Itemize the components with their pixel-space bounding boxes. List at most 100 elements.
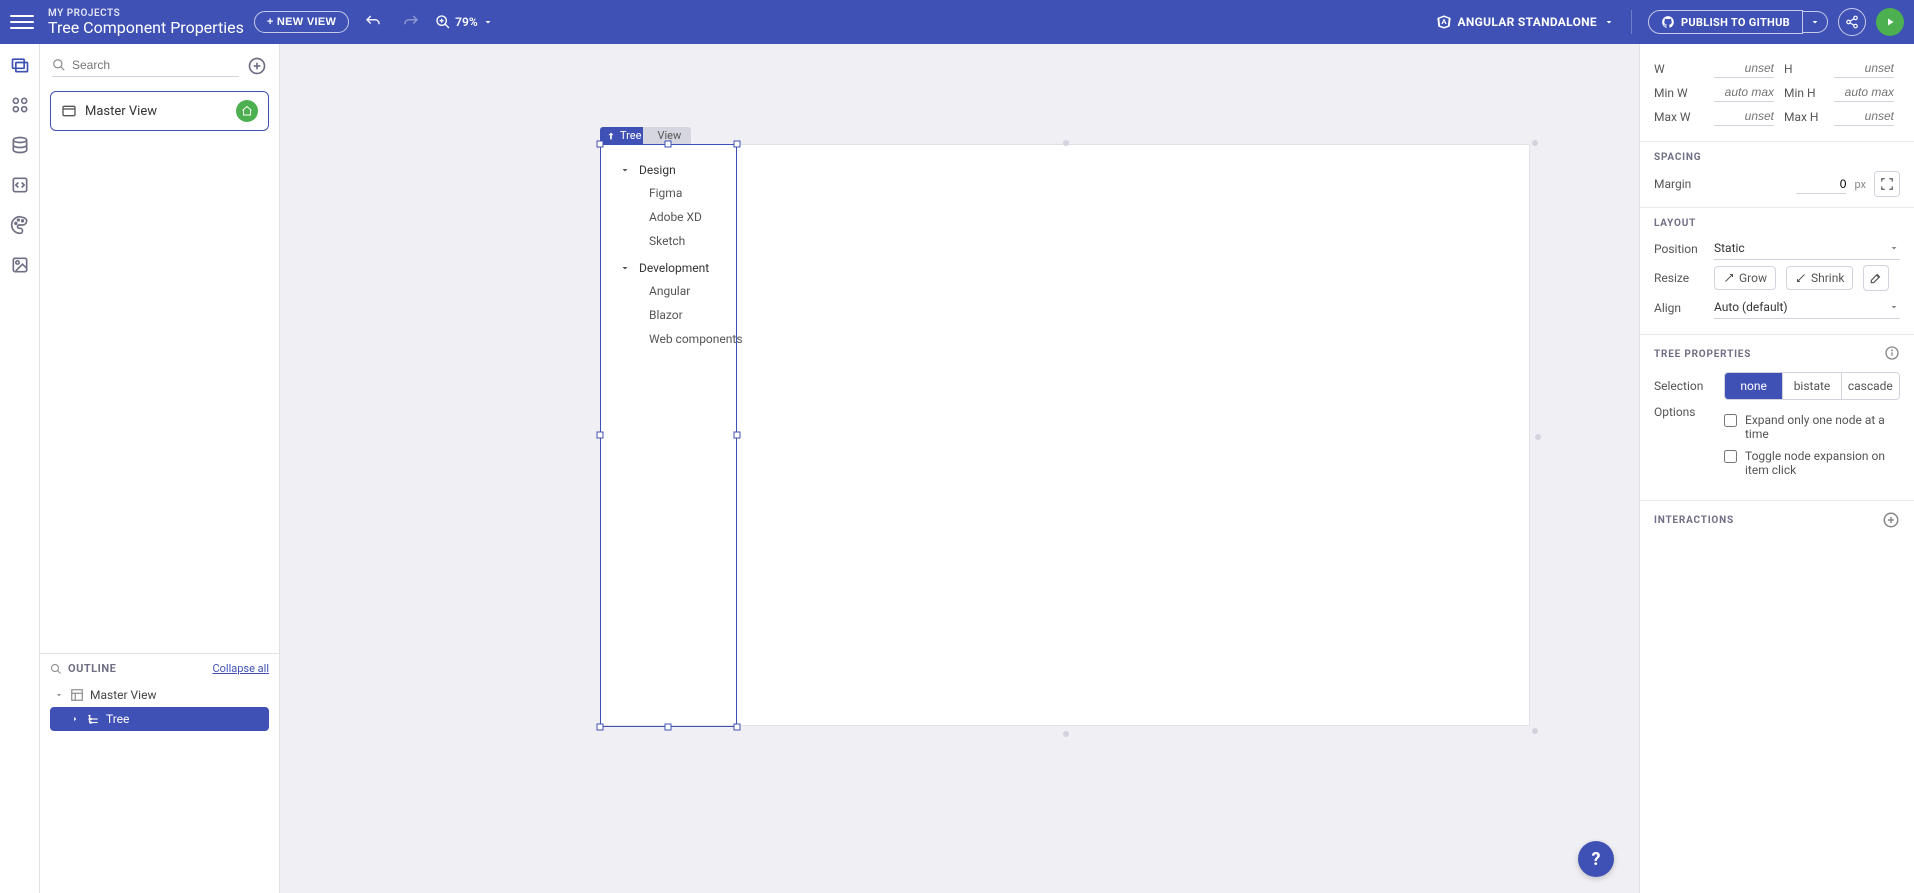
play-icon [1884, 16, 1896, 28]
publish-label: PUBLISH TO GITHUB [1681, 16, 1790, 29]
grow-icon [1723, 272, 1735, 284]
margin-expand-button[interactable] [1874, 171, 1900, 197]
add-interaction-button[interactable] [1882, 511, 1900, 529]
outline-node-master[interactable]: Master View [50, 683, 269, 707]
minw-label: Min W [1654, 86, 1704, 100]
h-input[interactable] [1834, 59, 1894, 78]
resize-edit-button[interactable] [1863, 265, 1889, 291]
search-icon [52, 58, 66, 72]
selection-cascade[interactable]: cascade [1841, 373, 1899, 399]
tree-label: Development [639, 261, 709, 275]
resize-label: Resize [1654, 271, 1704, 285]
outline-node-tree[interactable]: Tree [50, 707, 269, 731]
position-select[interactable]: Static [1714, 237, 1900, 260]
publish-github-button[interactable]: PUBLISH TO GITHUB [1648, 10, 1803, 34]
tree-component[interactable]: Design Figma Adobe XD Sketch Development… [601, 145, 1529, 369]
selection-label: Selection [1654, 379, 1714, 393]
rail-components[interactable] [9, 94, 31, 116]
tree-node-design[interactable]: Design [611, 159, 1519, 181]
view-chip[interactable]: View [643, 127, 691, 144]
minh-label: Min H [1784, 86, 1824, 100]
artboard[interactable]: Design Figma Adobe XD Sketch Development… [600, 144, 1530, 726]
rail-code[interactable] [9, 174, 31, 196]
align-value: Auto (default) [1714, 300, 1788, 314]
spacing-title: SPACING [1654, 152, 1900, 163]
plus-circle-icon [1882, 511, 1900, 529]
view-master[interactable]: Master View [50, 91, 269, 131]
shrink-button[interactable]: Shrink [1786, 266, 1853, 290]
maxw-input[interactable] [1714, 107, 1774, 126]
framework-label: ANGULAR STANDALONE [1458, 15, 1597, 29]
share-icon [1845, 15, 1859, 29]
menu-button[interactable] [10, 10, 34, 34]
align-select[interactable]: Auto (default) [1714, 296, 1900, 319]
h-label: H [1784, 62, 1824, 76]
option-label: Expand only one node at a time [1745, 413, 1900, 441]
chevron-down-icon [619, 262, 631, 274]
preview-button[interactable] [1876, 8, 1904, 36]
maxh-label: Max H [1784, 110, 1824, 124]
option-label: Toggle node expansion on item click [1745, 449, 1900, 477]
minw-input[interactable] [1714, 83, 1774, 102]
search-input[interactable] [72, 58, 239, 72]
zoom-value: 79% [455, 15, 478, 29]
tree-node-development[interactable]: Development [611, 257, 1519, 279]
help-fab[interactable]: ? [1578, 841, 1614, 877]
options-label: Options [1654, 405, 1714, 419]
w-label: W [1654, 62, 1704, 76]
view-icon [61, 103, 77, 119]
tree-node-adobe-xd[interactable]: Adobe XD [611, 205, 1519, 229]
maxh-input[interactable] [1834, 107, 1894, 126]
search-box[interactable] [52, 54, 239, 77]
minh-input[interactable] [1834, 83, 1894, 102]
tree-node-blazor[interactable]: Blazor [611, 303, 1519, 327]
collapse-all-link[interactable]: Collapse all [212, 662, 269, 675]
chevron-right-icon [70, 714, 80, 724]
zoom-control[interactable]: 79% [435, 14, 494, 30]
add-view-button[interactable] [247, 56, 267, 76]
option-expand-one[interactable]: Expand only one node at a time [1724, 413, 1900, 441]
layout-icon [70, 688, 84, 702]
publish-dropdown[interactable] [1803, 11, 1828, 33]
tree-node-web-components[interactable]: Web components [611, 327, 1519, 351]
info-button[interactable] [1884, 345, 1900, 364]
page-title: Tree Component Properties [48, 19, 244, 37]
share-button[interactable] [1838, 8, 1866, 36]
selection-mode-group: none bistate cascade [1724, 372, 1900, 400]
undo-button[interactable] [359, 8, 387, 36]
checkbox[interactable] [1724, 414, 1737, 427]
arrow-up-icon [606, 131, 616, 141]
tree-node-figma[interactable]: Figma [611, 181, 1519, 205]
margin-input[interactable] [1796, 175, 1846, 194]
project-title: MY PROJECTS Tree Component Properties [48, 8, 244, 37]
margin-label: Margin [1654, 177, 1704, 191]
home-badge[interactable] [236, 100, 258, 122]
layout-title: LAYOUT [1654, 218, 1900, 229]
position-value: Static [1714, 241, 1745, 255]
framework-select[interactable]: ANGULAR STANDALONE [1436, 14, 1615, 30]
rail-theme[interactable] [9, 214, 31, 236]
canvas[interactable]: Tree View Design Figma Adobe XD Sketch [280, 44, 1639, 893]
rail-assets[interactable] [9, 254, 31, 276]
checkbox[interactable] [1724, 450, 1737, 463]
grow-button[interactable]: Grow [1714, 266, 1776, 290]
chevron-down-icon [1603, 16, 1615, 28]
info-icon [1884, 345, 1900, 361]
search-icon [50, 663, 62, 675]
outline-label: Master View [90, 688, 156, 702]
new-view-button[interactable]: + NEW VIEW [254, 11, 349, 33]
tree-node-sketch[interactable]: Sketch [611, 229, 1519, 253]
selection-none[interactable]: none [1725, 373, 1782, 399]
chevron-down-icon [619, 164, 631, 176]
selection-bistate[interactable]: bistate [1782, 373, 1840, 399]
tree-node-angular[interactable]: Angular [611, 279, 1519, 303]
w-input[interactable] [1714, 59, 1774, 78]
rail-views[interactable] [9, 54, 31, 76]
breadcrumb[interactable]: MY PROJECTS [48, 8, 244, 19]
home-icon [241, 105, 253, 117]
redo-button[interactable] [397, 8, 425, 36]
rail-data[interactable] [9, 134, 31, 156]
outline-title: OUTLINE [68, 662, 116, 675]
option-toggle-on-click[interactable]: Toggle node expansion on item click [1724, 449, 1900, 477]
selection-chip[interactable]: Tree [600, 127, 647, 144]
